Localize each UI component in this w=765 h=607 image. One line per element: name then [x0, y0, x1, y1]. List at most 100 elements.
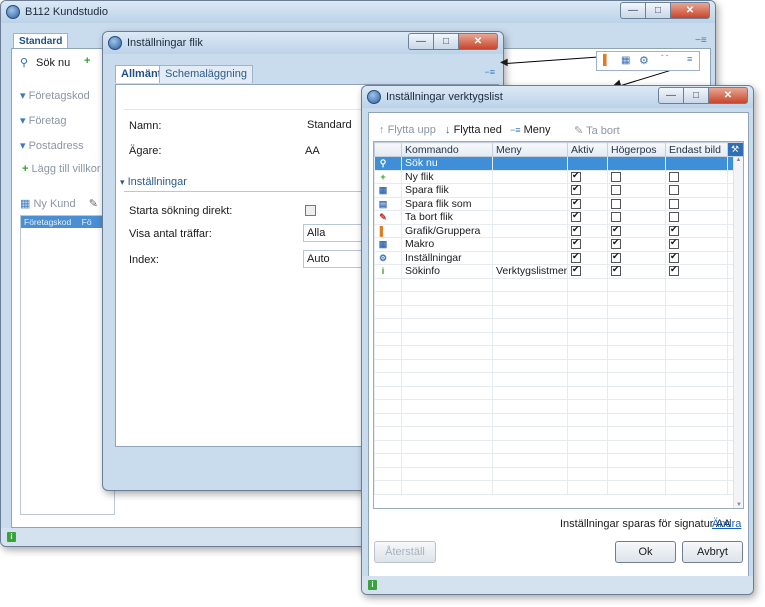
active-cell-checkbox[interactable] [571, 184, 581, 196]
close-button[interactable]: ✕ [670, 2, 710, 19]
minimize-button[interactable]: — [620, 2, 645, 19]
image-only-cell-checkbox[interactable] [669, 198, 679, 209]
image-only-cell[interactable] [665, 183, 728, 198]
grid-header[interactable]: Företagskod Fö [21, 216, 114, 228]
active-cell[interactable] [567, 196, 608, 211]
table-row[interactable]: ✎ Ta bort flik [374, 210, 743, 225]
commands-grid[interactable]: Kommando Meny Aktiv Högerpos Endast bild… [373, 141, 744, 509]
image-only-cell[interactable] [665, 264, 728, 279]
image-only-cell[interactable] [665, 210, 728, 225]
active-cell[interactable] [567, 169, 608, 184]
table-row[interactable]: ▤ Spara flik som [374, 196, 743, 211]
menu-cell[interactable] [492, 196, 568, 211]
right-cell[interactable] [607, 210, 666, 225]
right-cell-checkbox[interactable] [611, 238, 621, 250]
right-cell[interactable] [607, 250, 666, 265]
scroll-down-arrow[interactable]: ▼ [734, 502, 743, 508]
pin-icon[interactable]: −≡ [695, 35, 707, 46]
table-row[interactable]: ▦ Spara flik [374, 183, 743, 198]
right-cell[interactable] [607, 156, 666, 171]
column-header-kommando[interactable]: Kommando [401, 142, 493, 157]
active-cell-checkbox[interactable] [571, 211, 581, 223]
command-cell[interactable]: Makro [401, 237, 493, 252]
image-only-cell[interactable] [665, 196, 728, 211]
right-cell[interactable] [607, 237, 666, 252]
command-cell[interactable]: Ny flik [401, 169, 493, 184]
image-only-cell-checkbox[interactable] [669, 212, 679, 223]
command-cell[interactable]: Inställningar [401, 250, 493, 265]
search-now-button[interactable]: Sök nu [36, 57, 70, 69]
minimize-button[interactable]: — [408, 33, 433, 50]
command-cell[interactable]: Spara flik som [401, 196, 493, 211]
menu-cell[interactable] [492, 237, 568, 252]
active-cell[interactable] [567, 223, 608, 238]
settings-section-header[interactable]: ▾ Inställningar [120, 176, 187, 188]
command-cell[interactable]: Spara flik [401, 183, 493, 198]
active-cell-checkbox[interactable] [571, 225, 581, 236]
right-cell-checkbox[interactable] [611, 265, 621, 277]
maximize-button[interactable]: □ [683, 87, 708, 104]
column-header-endast-bild[interactable]: Endast bild [665, 142, 728, 157]
right-cell[interactable] [607, 196, 666, 211]
close-button[interactable]: ✕ [458, 33, 498, 50]
move-down-button[interactable]: ↓ Flytta ned [445, 124, 502, 136]
image-only-cell[interactable] [665, 237, 728, 252]
reset-button[interactable]: Återställ [374, 541, 436, 563]
image-only-cell[interactable] [665, 223, 728, 238]
image-only-cell-checkbox[interactable] [669, 225, 679, 236]
menu-cell[interactable]: Verktygslistmeny [492, 264, 568, 279]
image-only-cell-checkbox[interactable] [669, 185, 679, 196]
table-row[interactable]: ▦ Makro [374, 237, 743, 252]
scroll-up-arrow[interactable]: ▲ [734, 157, 743, 163]
command-cell[interactable]: Grafik/Gruppera [401, 223, 493, 238]
active-cell-checkbox[interactable] [571, 238, 581, 250]
pin-icon[interactable]: −≡ [484, 67, 495, 77]
column-header-hogerpos[interactable]: Högerpos [607, 142, 666, 157]
table-row[interactable]: + Ny flik [374, 169, 743, 184]
right-cell[interactable] [607, 223, 666, 238]
command-cell[interactable]: Sökinfo [401, 264, 493, 279]
menu-cell[interactable] [492, 223, 568, 238]
active-cell[interactable] [567, 250, 608, 265]
command-cell[interactable]: Sök nu [401, 156, 493, 171]
table-row[interactable]: ⚲ Sök nu [374, 156, 743, 171]
start-search-checkbox[interactable] [305, 205, 316, 216]
active-cell[interactable] [567, 264, 608, 279]
right-cell-checkbox[interactable] [611, 185, 621, 196]
ok-button[interactable]: Ok [615, 541, 676, 563]
table-row[interactable]: ⚙ Inställningar [374, 250, 743, 265]
right-cell-checkbox[interactable] [611, 212, 621, 223]
sidebar-item-foretagskod[interactable]: ▾ Företagskod [20, 89, 90, 102]
change-link[interactable]: Ändra [712, 518, 741, 530]
menu-cell[interactable] [492, 169, 568, 184]
add-condition-button[interactable]: + Lägg till villkor [22, 163, 101, 175]
right-cell[interactable] [607, 183, 666, 198]
results-grid[interactable]: Företagskod Fö [20, 215, 115, 515]
image-only-cell[interactable] [665, 250, 728, 265]
menu-cell[interactable] [492, 156, 568, 171]
table-row[interactable]: ▌ Grafik/Gruppera [374, 223, 743, 238]
tab-schemalaggning[interactable]: Schemaläggning [159, 65, 253, 83]
menu-cell[interactable] [492, 250, 568, 265]
active-cell[interactable] [567, 156, 608, 171]
right-cell[interactable] [607, 264, 666, 279]
active-cell-checkbox[interactable] [571, 198, 581, 209]
right-cell[interactable] [607, 169, 666, 184]
right-cell-checkbox[interactable] [611, 198, 621, 209]
move-up-button[interactable]: ↑ Flytta upp [379, 124, 436, 136]
sidebar-item-foretag[interactable]: ▾ Företag [20, 114, 67, 127]
maximize-button[interactable]: □ [433, 33, 458, 50]
new-customer-button[interactable]: ▦ Ny Kund ✎ [20, 197, 98, 210]
close-button[interactable]: ✕ [708, 87, 748, 104]
command-cell[interactable]: Ta bort flik [401, 210, 493, 225]
right-cell-checkbox[interactable] [611, 225, 621, 236]
cancel-button[interactable]: Avbryt [682, 541, 743, 563]
scrollbar[interactable]: ▲ ▼ [733, 157, 743, 508]
column-header-aktiv[interactable]: Aktiv [567, 142, 608, 157]
active-cell-checkbox[interactable] [571, 252, 581, 263]
delete-button[interactable]: ✎ Ta bort [574, 124, 620, 137]
table-row[interactable]: i Sökinfo Verktygslistmeny [374, 264, 743, 279]
minimize-button[interactable]: — [658, 87, 683, 104]
active-cell[interactable] [567, 237, 608, 252]
maximize-button[interactable]: □ [645, 2, 670, 19]
